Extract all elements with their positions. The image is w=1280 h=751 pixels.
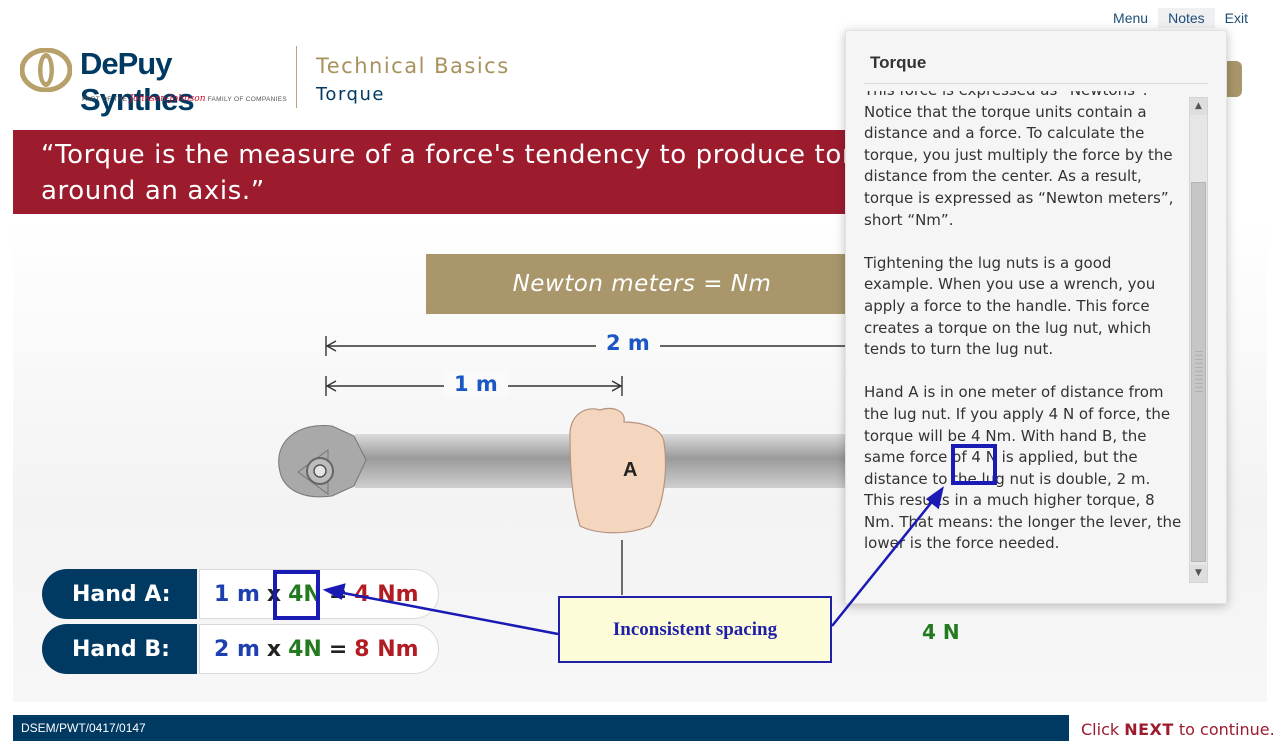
force-label-hand-b: 4 N bbox=[922, 620, 960, 644]
topic-title: Torque bbox=[316, 84, 385, 105]
header-divider bbox=[296, 46, 297, 108]
hand-a-pill: Hand A: bbox=[42, 569, 197, 619]
notes-paragraph: Tightening the lug nuts is a good exampl… bbox=[864, 253, 1156, 359]
wrench-illustration bbox=[278, 407, 850, 534]
footer-bar: DSEM/PWT/0417/0147 bbox=[13, 715, 1069, 741]
panel-tab bbox=[1226, 61, 1242, 97]
course-title: Technical Basics bbox=[316, 54, 510, 78]
course-header: Technical Basics Torque bbox=[316, 54, 510, 105]
depuy-synthes-logo-icon bbox=[20, 48, 72, 92]
annotation-callout: Inconsistent spacing bbox=[558, 596, 832, 663]
notes-link[interactable]: Notes bbox=[1158, 8, 1215, 28]
hand-b-pill: Hand B: bbox=[42, 624, 197, 674]
quote-banner: “Torque is the measure of a force's tend… bbox=[13, 130, 873, 214]
next-hint: Click NEXT to continue. bbox=[1081, 720, 1275, 739]
notes-paragraph: This force is expressed as “Newtons”. No… bbox=[864, 91, 1174, 229]
hand-a-label: A bbox=[623, 459, 638, 481]
notes-scrollbar[interactable]: ▲ ▼ bbox=[1189, 97, 1208, 583]
notes-title: Torque bbox=[870, 53, 927, 72]
hand-b-formula: 2 m x 4N = 8 Nm bbox=[199, 624, 439, 674]
hand-a-icon bbox=[569, 407, 667, 534]
formula-row-hand-a: Hand A: 1 m x 4N = 4 Nm bbox=[42, 569, 442, 619]
formula-row-hand-b: Hand B: 2 m x 4N = 8 Nm bbox=[42, 624, 442, 674]
notes-divider bbox=[864, 83, 1208, 84]
next-keyword: NEXT bbox=[1124, 720, 1174, 739]
exit-link[interactable]: Exit bbox=[1215, 8, 1258, 28]
grip-icon bbox=[1195, 351, 1203, 395]
highlight-box-formula bbox=[273, 570, 320, 620]
document-code: DSEM/PWT/0417/0147 bbox=[21, 721, 146, 735]
top-nav: Menu Notes Exit bbox=[1103, 8, 1258, 28]
unit-definition-box: Newton meters = Nm bbox=[426, 254, 858, 314]
scroll-down-icon[interactable]: ▼ bbox=[1190, 565, 1207, 582]
brand-name: DePuy Synthes bbox=[80, 46, 195, 117]
notes-paragraph: Hand A is in one meter of distance from … bbox=[864, 383, 1182, 553]
scroll-thumb[interactable] bbox=[1191, 182, 1206, 562]
notes-text: This force is expressed as “Newtons”. No… bbox=[864, 91, 1182, 577]
quote-line-2: around an axis.” bbox=[41, 176, 265, 206]
brand-logo: DePuy Synthes PART OF THE Johnson-Johnso… bbox=[20, 46, 290, 117]
notes-panel: Torque This force is expressed as “Newto… bbox=[845, 30, 1227, 604]
highlight-box-notes bbox=[951, 444, 997, 485]
notes-body[interactable]: This force is expressed as “Newtons”. No… bbox=[864, 91, 1190, 581]
quote-line-1: “Torque is the measure of a force's tend… bbox=[41, 140, 873, 170]
scroll-up-icon[interactable]: ▲ bbox=[1190, 98, 1207, 115]
menu-link[interactable]: Menu bbox=[1103, 8, 1158, 28]
brand-tagline: PART OF THE Johnson-Johnson FAMILY OF CO… bbox=[82, 94, 288, 104]
